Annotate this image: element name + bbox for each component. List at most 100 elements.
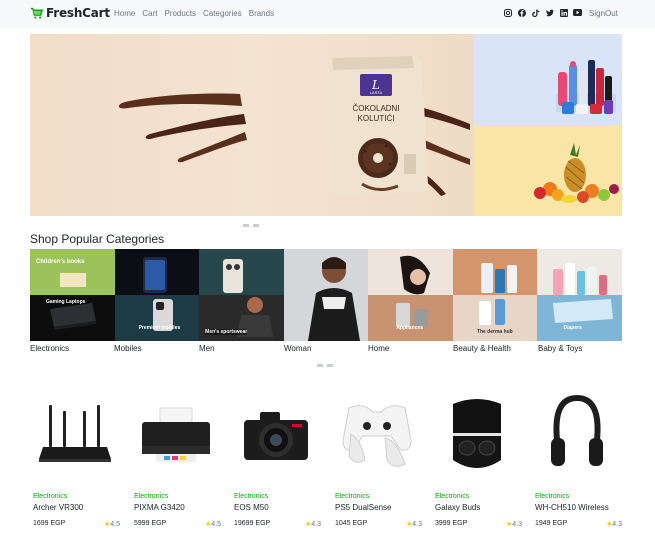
fruits-image: [534, 143, 619, 203]
chocolate-bag-image: L LASTA ČOKOLADNI KOLUTIĆI: [118, 56, 470, 196]
router-icon: [30, 388, 120, 483]
tile-caption-bottom: Gaming Laptops: [46, 299, 86, 305]
product-rating: ★4.3: [305, 520, 321, 528]
product-category: Electronics: [335, 493, 370, 500]
earbuds-icon: [432, 388, 522, 483]
hero-slider-dots: [243, 224, 259, 227]
tile-caption-bottom: Men's sportswear: [205, 329, 248, 335]
category-label-men[interactable]: Men: [199, 344, 215, 353]
brand-logo[interactable]: FreshCart: [30, 6, 110, 20]
tile-caption-bottom: Appliances: [396, 325, 423, 331]
category-label-electronics[interactable]: Electronics: [30, 344, 69, 353]
product-price: 19699 EGP: [234, 520, 271, 527]
rating-value: 4.3: [512, 521, 522, 528]
camera-icon: [231, 388, 321, 483]
rating-value: 4.3: [612, 521, 622, 528]
woman-image: [307, 257, 360, 341]
product-category: Electronics: [535, 493, 570, 500]
product-card[interactable]: Electronics PS5 DualSense 1045 EGP ★4.3: [332, 388, 422, 538]
product-category: Electronics: [134, 493, 169, 500]
hero-side-banner-personal-care[interactable]: [474, 34, 622, 125]
nav-link-brands[interactable]: Brands: [249, 9, 274, 18]
tile-caption-top: Children's books: [36, 259, 85, 265]
rating-value: 4.5: [211, 521, 221, 528]
product-price: 1045 EGP: [335, 520, 368, 527]
category-tile-baby-toys[interactable]: Diapers: [537, 249, 623, 341]
brand-name: FreshCart: [46, 6, 110, 20]
product-name: WH-CH510 Wireless: [535, 503, 609, 512]
category-tile-woman[interactable]: [283, 249, 369, 341]
headphones-icon: [532, 388, 622, 483]
product-rating: ★4.5: [205, 520, 221, 528]
rating-value: 4.5: [110, 521, 120, 528]
bag-text-2: KOLUTIĆI: [358, 114, 395, 123]
nav-link-cart[interactable]: Cart: [142, 9, 157, 18]
hero-slide[interactable]: L LASTA ČOKOLADNI KOLUTIĆI: [30, 34, 474, 216]
cart-icon: [30, 7, 43, 19]
bag-text-1: ČOKOLADNI: [352, 104, 399, 113]
men-image: [223, 259, 274, 337]
product-card[interactable]: Electronics Archer VR300 1699 EGP ★4.5: [30, 388, 120, 538]
product-name: PS5 DualSense: [335, 503, 392, 512]
category-tile-mobiles[interactable]: Premium mobiles: [114, 249, 200, 341]
product-card[interactable]: Electronics WH-CH510 Wireless 1949 EGP ★…: [532, 388, 622, 538]
product-price: 1699 EGP: [33, 520, 66, 527]
facebook-icon[interactable]: [517, 8, 526, 17]
navbar: FreshCart Home Cart Products Categories …: [0, 0, 655, 28]
product-card[interactable]: Electronics PIXMA G3420 5999 EGP ★4.5: [131, 388, 221, 538]
product-name: EOS M50: [234, 503, 269, 512]
product-name: PIXMA G3420: [134, 503, 185, 512]
product-rating: ★4.3: [506, 520, 522, 528]
skincare-image: [478, 263, 517, 325]
categories-title: Shop Popular Categories: [30, 232, 165, 246]
product-rating: ★4.5: [104, 520, 120, 528]
controller-icon: [332, 388, 422, 483]
category-slider-dots: [317, 364, 333, 367]
product-rating: ★4.3: [606, 520, 622, 528]
printer-icon: [131, 388, 221, 483]
category-label-mobiles[interactable]: Mobiles: [114, 344, 142, 353]
instagram-icon[interactable]: [503, 8, 512, 17]
nav-link-home[interactable]: Home: [114, 9, 135, 18]
product-price: 3999 EGP: [435, 520, 468, 527]
linkedin-icon[interactable]: [559, 8, 568, 17]
rating-value: 4.3: [311, 521, 321, 528]
category-label-home[interactable]: Home: [368, 344, 389, 353]
product-category: Electronics: [435, 493, 470, 500]
hero-side-banner-fruits[interactable]: [474, 125, 622, 216]
slider-dot[interactable]: [317, 364, 323, 367]
twitter-icon[interactable]: [545, 8, 554, 17]
category-label-beauty-health[interactable]: Beauty & Health: [453, 344, 511, 353]
product-card[interactable]: Electronics EOS M50 19699 EGP ★4.3: [231, 388, 321, 538]
slider-dot[interactable]: [243, 224, 249, 227]
personal-care-products-image: [556, 60, 616, 114]
category-label-baby-toys[interactable]: Baby & Toys: [538, 344, 582, 353]
signout-link[interactable]: SignOut: [589, 9, 618, 18]
nav-links: Home Cart Products Categories Brands: [114, 9, 274, 18]
category-label-woman[interactable]: Woman: [284, 344, 311, 353]
category-tile-electronics[interactable]: Children's books Gaming Laptops: [30, 249, 115, 341]
product-price: 1949 EGP: [535, 520, 568, 527]
tile-caption-bottom: Diapers: [563, 325, 582, 331]
nav-link-categories[interactable]: Categories: [203, 9, 242, 18]
product-category: Electronics: [234, 493, 269, 500]
baby-products-image: [553, 263, 614, 323]
category-tile-home[interactable]: Appliances: [368, 249, 453, 341]
product-price: 5999 EGP: [134, 520, 167, 527]
tile-caption-bottom: Premium mobiles: [138, 325, 181, 331]
product-name: Archer VR300: [33, 503, 84, 512]
phone-image: [142, 257, 173, 331]
bag-logo: LASTA: [370, 90, 383, 95]
youtube-icon[interactable]: [573, 8, 582, 17]
product-card[interactable]: Electronics Galaxy Buds 3999 EGP ★4.3: [432, 388, 522, 538]
category-tile-men[interactable]: Men's sportswear: [199, 249, 284, 341]
slider-dot[interactable]: [253, 224, 259, 227]
slider-dot[interactable]: [327, 364, 333, 367]
rating-value: 4.3: [412, 521, 422, 528]
product-rating: ★4.3: [406, 520, 422, 528]
product-category: Electronics: [33, 493, 68, 500]
category-tile-beauty-health[interactable]: The derma hub: [452, 249, 538, 341]
social-links: [503, 8, 582, 17]
tiktok-icon[interactable]: [531, 8, 540, 17]
nav-link-products[interactable]: Products: [164, 9, 196, 18]
